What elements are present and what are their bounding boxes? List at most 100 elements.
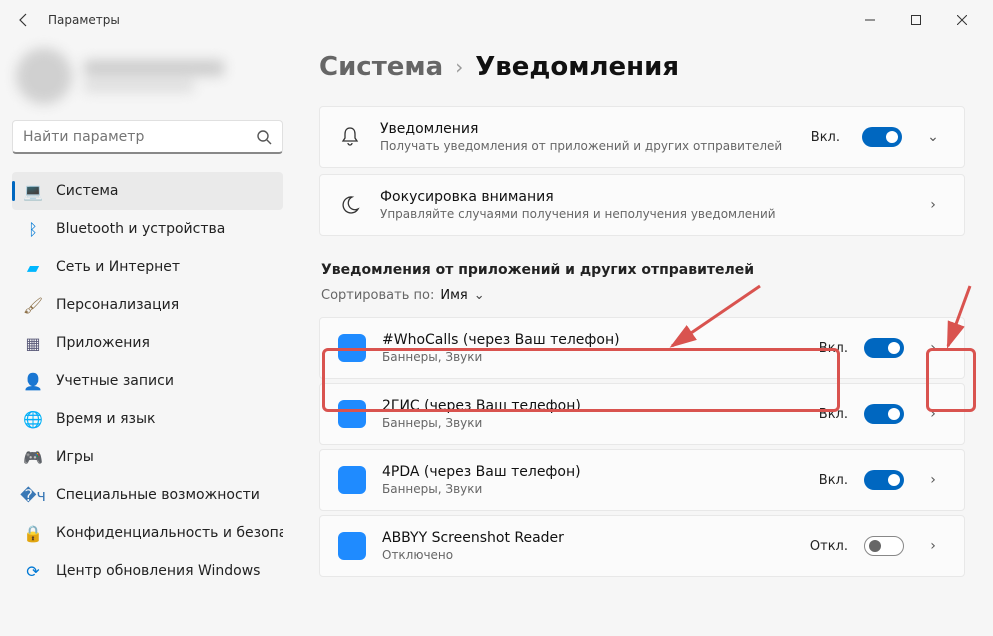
search-icon	[256, 129, 272, 145]
sort-dropdown[interactable]: Сортировать по: Имя ⌄	[321, 288, 965, 303]
toggle-state-label: Откл.	[810, 539, 848, 554]
nav-icon: ᛒ	[24, 220, 42, 238]
notifications-card[interactable]: Уведомления Получать уведомления от прил…	[319, 106, 965, 168]
card-subtitle: Получать уведомления от приложений и дру…	[380, 139, 793, 153]
card-title: Фокусировка внимания	[380, 189, 902, 205]
focus-card[interactable]: Фокусировка внимания Управляйте случаями…	[319, 174, 965, 236]
nav-label: Игры	[56, 449, 94, 465]
sidebar: 💻 Система ᛒ Bluetooth и устройства ▰ Сеть и И…	[0, 40, 295, 636]
app-toggle[interactable]	[864, 404, 904, 424]
nav-label: Сеть и Интернет	[56, 259, 180, 275]
nav-icon: �ч	[24, 486, 42, 504]
nav-label: Персонализация	[56, 297, 179, 313]
toggle-state-label: Вкл.	[819, 341, 848, 356]
section-title: Уведомления от приложений и других отпра…	[321, 262, 965, 278]
breadcrumb-current: Уведомления	[475, 52, 679, 82]
close-icon	[957, 15, 967, 25]
sidebar-item-6[interactable]: 🌐 Время и язык	[12, 400, 283, 438]
app-icon	[338, 466, 366, 494]
app-name: 4PDA (через Ваш телефон)	[382, 464, 803, 480]
maximize-button[interactable]	[893, 4, 939, 36]
app-row[interactable]: 2ГИС (через Ваш телефон) Баннеры, Звуки Вк…	[319, 383, 965, 445]
search-input[interactable]	[23, 129, 256, 145]
nav-icon: 🖌	[24, 296, 42, 314]
chevron-right-icon[interactable]: ›	[920, 538, 946, 554]
nav-label: Приложения	[56, 335, 150, 351]
toggle-state-label: Вкл.	[811, 130, 840, 145]
breadcrumb: Система › Уведомления	[319, 52, 965, 82]
toggle-state-label: Вкл.	[819, 473, 848, 488]
app-toggle[interactable]	[864, 338, 904, 358]
main-content: Система › Уведомления Уведомления Получа…	[295, 40, 993, 636]
search-box[interactable]	[12, 120, 283, 154]
moon-icon	[338, 193, 362, 217]
app-toggle[interactable]	[864, 536, 904, 556]
close-button[interactable]	[939, 4, 985, 36]
back-button[interactable]	[8, 4, 40, 36]
titlebar: Параметры	[0, 0, 993, 40]
bell-icon	[338, 125, 362, 149]
sidebar-item-3[interactable]: 🖌 Персонализация	[12, 286, 283, 324]
app-name: ABBYY Screenshot Reader	[382, 530, 794, 546]
nav-icon: 🌐	[24, 410, 42, 428]
notifications-toggle[interactable]	[862, 127, 902, 147]
nav-icon: ▦	[24, 334, 42, 352]
sidebar-item-7[interactable]: 🎮 Игры	[12, 438, 283, 476]
app-icon	[338, 334, 366, 362]
nav-icon: 🔒	[24, 524, 42, 542]
profile-block[interactable]	[12, 40, 283, 120]
app-row[interactable]: ABBYY Screenshot Reader Отключено Откл. ›	[319, 515, 965, 577]
card-title: Уведомления	[380, 121, 793, 137]
app-icon	[338, 532, 366, 560]
nav-label: Специальные возможности	[56, 487, 260, 503]
chevron-right-icon[interactable]: ›	[920, 197, 946, 213]
nav-icon: 💻	[24, 182, 42, 200]
sidebar-item-0[interactable]: 💻 Система	[12, 172, 283, 210]
nav-list: 💻 Система ᛒ Bluetooth и устройства ▰ Сеть и И…	[12, 172, 283, 590]
toggle-state-label: Вкл.	[819, 407, 848, 422]
minimize-button[interactable]	[847, 4, 893, 36]
app-sub: Баннеры, Звуки	[382, 482, 803, 496]
sidebar-item-5[interactable]: 👤 Учетные записи	[12, 362, 283, 400]
app-sub: Баннеры, Звуки	[382, 416, 803, 430]
nav-label: Конфиденциальность и безопасность	[56, 525, 283, 541]
app-name: 2ГИС (через Ваш телефон)	[382, 398, 803, 414]
app-sub: Баннеры, Звуки	[382, 350, 803, 364]
avatar	[16, 48, 72, 104]
arrow-left-icon	[17, 13, 31, 27]
app-toggle[interactable]	[864, 470, 904, 490]
nav-icon: ▰	[24, 258, 42, 276]
chevron-down-icon[interactable]: ⌄	[920, 129, 946, 145]
nav-label: Центр обновления Windows	[56, 563, 260, 579]
nav-label: Bluetooth и устройства	[56, 221, 225, 237]
sort-value: Имя	[440, 288, 467, 303]
app-row[interactable]: #WhoCalls (через Ваш телефон) Баннеры, Зв…	[319, 317, 965, 379]
window-title: Параметры	[48, 13, 120, 27]
chevron-right-icon[interactable]: ›	[920, 472, 946, 488]
card-subtitle: Управляйте случаями получения и неполуче…	[380, 207, 902, 221]
chevron-right-icon[interactable]: ›	[920, 340, 946, 356]
minimize-icon	[865, 15, 875, 25]
app-icon	[338, 400, 366, 428]
sidebar-item-4[interactable]: ▦ Приложения	[12, 324, 283, 362]
app-row[interactable]: 4PDA (через Ваш телефон) Баннеры, Звуки Вк…	[319, 449, 965, 511]
nav-icon: ⟳	[24, 562, 42, 580]
sidebar-item-2[interactable]: ▰ Сеть и Интернет	[12, 248, 283, 286]
sidebar-item-10[interactable]: ⟳ Центр обновления Windows	[12, 552, 283, 590]
nav-label: Время и язык	[56, 411, 155, 427]
app-sub: Отключено	[382, 548, 794, 562]
app-name: #WhoCalls (через Ваш телефон)	[382, 332, 803, 348]
sidebar-item-8[interactable]: �ч Специальные возможности	[12, 476, 283, 514]
chevron-down-icon: ⌄	[474, 288, 485, 303]
breadcrumb-parent[interactable]: Система	[319, 52, 443, 82]
sidebar-item-1[interactable]: ᛒ Bluetooth и устройства	[12, 210, 283, 248]
nav-icon: 👤	[24, 372, 42, 390]
sidebar-item-9[interactable]: 🔒 Конфиденциальность и безопасность	[12, 514, 283, 552]
maximize-icon	[911, 15, 921, 25]
nav-label: Учетные записи	[56, 373, 174, 389]
chevron-right-icon: ›	[455, 55, 463, 79]
sort-label: Сортировать по:	[321, 288, 434, 303]
nav-icon: 🎮	[24, 448, 42, 466]
nav-label: Система	[56, 183, 118, 199]
chevron-right-icon[interactable]: ›	[920, 406, 946, 422]
